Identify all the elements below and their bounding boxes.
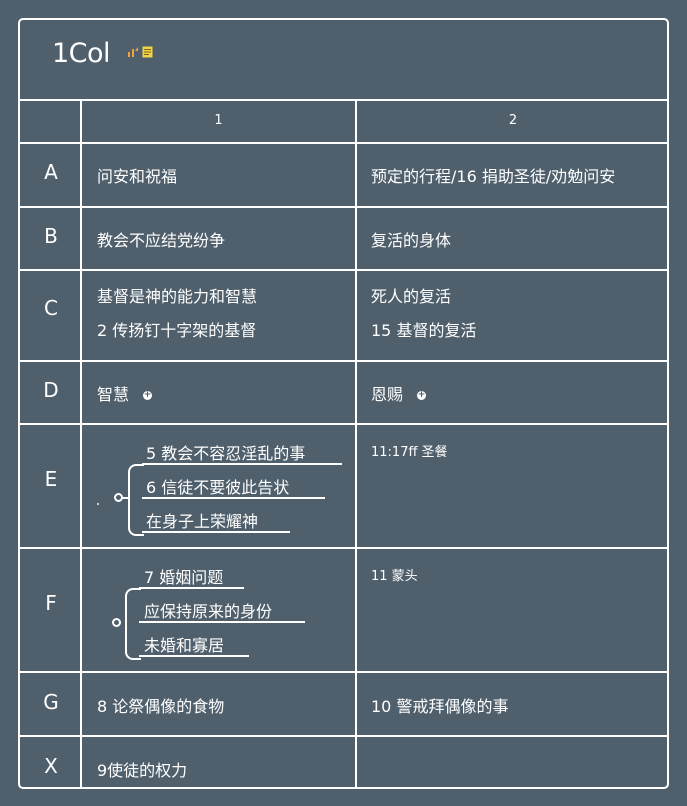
topic-node[interactable]: 基督是神的能力和智慧 (97, 283, 257, 307)
branch-underline (142, 531, 290, 533)
branch-topic[interactable]: 未婚和寡居 (144, 632, 224, 656)
grid-line (355, 99, 357, 789)
grid-line (18, 269, 669, 271)
grid-line (18, 206, 669, 208)
grid-line (18, 142, 669, 144)
grid-line (18, 735, 669, 737)
branch-topic[interactable]: 5 教会不容忍淫乱的事 (146, 440, 305, 464)
collapse-node-icon[interactable] (114, 493, 123, 502)
branch-underline (142, 497, 325, 499)
topic-node[interactable]: 8 论祭偶像的食物 (97, 693, 224, 717)
grid-line (18, 547, 669, 549)
topic-label: 恩赐 (371, 385, 404, 404)
branch-topic[interactable]: 6 信徒不要彼此告状 (146, 474, 289, 498)
page-title: 1Col (52, 38, 111, 69)
topic-node[interactable]: 2 传扬钉十字架的基督 (97, 317, 256, 341)
row-header-x: X (44, 754, 58, 778)
branch-topic[interactable]: 在身子上荣耀神 (146, 508, 258, 532)
grid-line (18, 671, 669, 673)
topic-node[interactable]: 教会不应结党纷争 (97, 227, 225, 251)
branch-connector (128, 464, 144, 536)
row-header-g: G (43, 690, 59, 714)
topic-node[interactable]: 预定的行程/16 捐助圣徒/劝勉问安 (371, 163, 615, 187)
topic-node[interactable]: 复活的身体 (371, 227, 451, 251)
topic-node[interactable]: 问安和祝福 (97, 163, 177, 187)
collapse-node-icon[interactable] (112, 618, 121, 627)
branch-anchor (97, 503, 99, 505)
topic-node[interactable]: 11:17ff 圣餐 (371, 441, 448, 460)
column-header-1: 1 (214, 113, 223, 128)
branch-underline (142, 463, 342, 465)
note-icon[interactable] (142, 46, 153, 58)
topic-node[interactable]: 智慧 + (97, 381, 153, 405)
grid-line (18, 360, 669, 362)
row-header-f: F (45, 591, 57, 615)
branch-topic[interactable]: 应保持原来的身份 (144, 598, 272, 622)
topic-label: 智慧 (97, 385, 130, 404)
expand-icon[interactable]: + (417, 391, 427, 400)
row-header-e: E (44, 467, 58, 491)
topic-node[interactable]: 15 基督的复活 (371, 317, 476, 341)
grid-line (80, 99, 82, 789)
row-header-a: A (44, 160, 58, 184)
grid-line (18, 423, 669, 425)
row-header-c: C (44, 296, 58, 320)
chart-up-icon[interactable] (127, 46, 139, 58)
branch-underline (139, 621, 305, 623)
row-header-b: B (44, 224, 58, 248)
topic-node[interactable]: 9使徒的权力 (97, 757, 187, 781)
topic-node[interactable]: 10 警戒拜偶像的事 (371, 693, 508, 717)
topic-node[interactable]: 11 蒙头 (371, 565, 418, 584)
branch-underline (139, 587, 244, 589)
branch-topic[interactable]: 7 婚姻问题 (144, 564, 223, 588)
topic-node[interactable]: 死人的复活 (371, 283, 451, 307)
branch-connector (125, 588, 141, 660)
branch-underline (139, 655, 249, 657)
topic-node[interactable]: 恩赐 + (371, 381, 427, 405)
column-header-2: 2 (508, 113, 518, 128)
expand-icon[interactable]: + (143, 391, 153, 400)
row-header-d: D (43, 378, 59, 402)
grid-line (18, 99, 669, 101)
